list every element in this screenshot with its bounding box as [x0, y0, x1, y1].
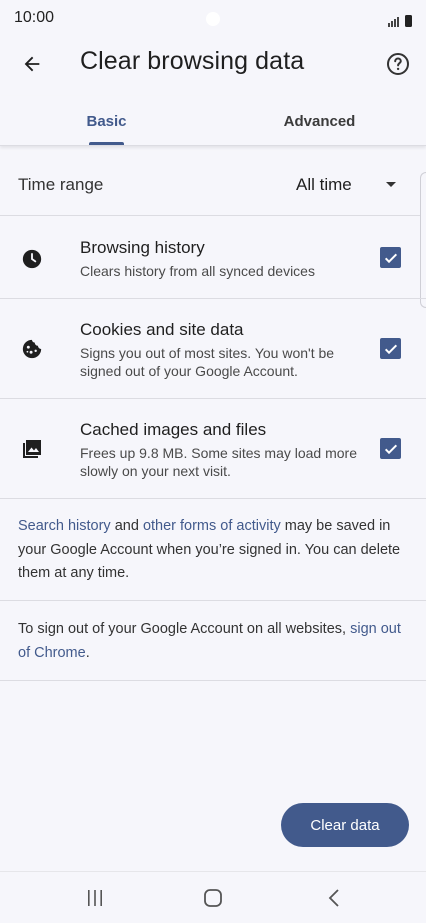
option-title: Cookies and site data	[80, 320, 244, 339]
camera-cutout	[206, 12, 220, 26]
tab-bar: Basic Advanced	[0, 96, 426, 146]
status-bar: 10:00	[0, 0, 426, 40]
time-range-value: All time	[296, 175, 352, 194]
activity-info-text: Search history and other forms of activi…	[18, 515, 410, 586]
clock-icon	[20, 247, 44, 271]
cached-images-checkbox[interactable]	[380, 438, 401, 459]
option-cached-images[interactable]: Cached images and files Frees up 9.8 MB.…	[0, 399, 426, 499]
time-range-dropdown[interactable]: All time	[296, 173, 406, 197]
sign-out-text: To sign out of your Google Account on al…	[18, 621, 351, 637]
time-range-row: Time range All time	[0, 152, 426, 216]
system-nav-bar	[0, 871, 426, 923]
search-history-link[interactable]: Search history	[18, 518, 111, 534]
option-description: Frees up 9.8 MB. Some sites may load mor…	[80, 445, 357, 479]
option-title: Cached images and files	[80, 420, 267, 439]
status-icons	[388, 11, 412, 27]
option-cookies[interactable]: Cookies and site data Signs you out of m…	[0, 299, 426, 399]
app-bar: Clear browsing data	[0, 40, 426, 88]
clear-data-button[interactable]: Clear data	[281, 803, 409, 847]
help-button[interactable]	[380, 46, 416, 82]
back-nav-icon	[328, 889, 339, 907]
page-title: Clear browsing data	[80, 47, 305, 75]
tab-indicator	[89, 142, 124, 145]
info-connector: and	[110, 518, 143, 534]
checkmark-icon	[384, 344, 397, 354]
nav-back-button[interactable]	[314, 882, 354, 914]
cookie-icon	[20, 337, 44, 361]
dropdown-arrow-icon	[386, 182, 396, 187]
image-icon	[20, 437, 44, 461]
home-button[interactable]	[193, 882, 233, 914]
time-range-label: Time range	[18, 175, 104, 194]
cookies-checkbox[interactable]	[380, 338, 401, 359]
sign-out-info-text: To sign out of your Google Account on al…	[18, 618, 410, 665]
tab-basic[interactable]: Basic	[0, 96, 213, 146]
other-activity-link[interactable]: other forms of activity	[143, 518, 281, 534]
tab-advanced[interactable]: Advanced	[213, 96, 426, 146]
signal-icon	[388, 15, 399, 27]
back-button[interactable]	[14, 46, 50, 82]
checkmark-icon	[384, 444, 397, 454]
checkmark-icon	[384, 253, 397, 263]
recents-button[interactable]	[75, 882, 115, 914]
activity-info: Search history and other forms of activi…	[0, 499, 426, 601]
sign-out-period: .	[85, 644, 90, 661]
battery-icon	[405, 15, 412, 27]
option-description: Signs you out of most sites. You won't b…	[80, 345, 335, 379]
status-time: 10:00	[14, 9, 55, 26]
arrow-back-icon	[24, 56, 40, 72]
browsing-history-checkbox[interactable]	[380, 247, 401, 268]
option-description: Clears history from all synced devices	[80, 263, 315, 279]
help-circle-icon	[387, 53, 409, 75]
sign-out-info: To sign out of your Google Account on al…	[0, 601, 426, 681]
recents-icon	[88, 890, 102, 906]
option-browsing-history[interactable]: Browsing history Clears history from all…	[0, 217, 426, 299]
option-title: Browsing history	[80, 238, 205, 257]
home-icon	[204, 889, 222, 907]
